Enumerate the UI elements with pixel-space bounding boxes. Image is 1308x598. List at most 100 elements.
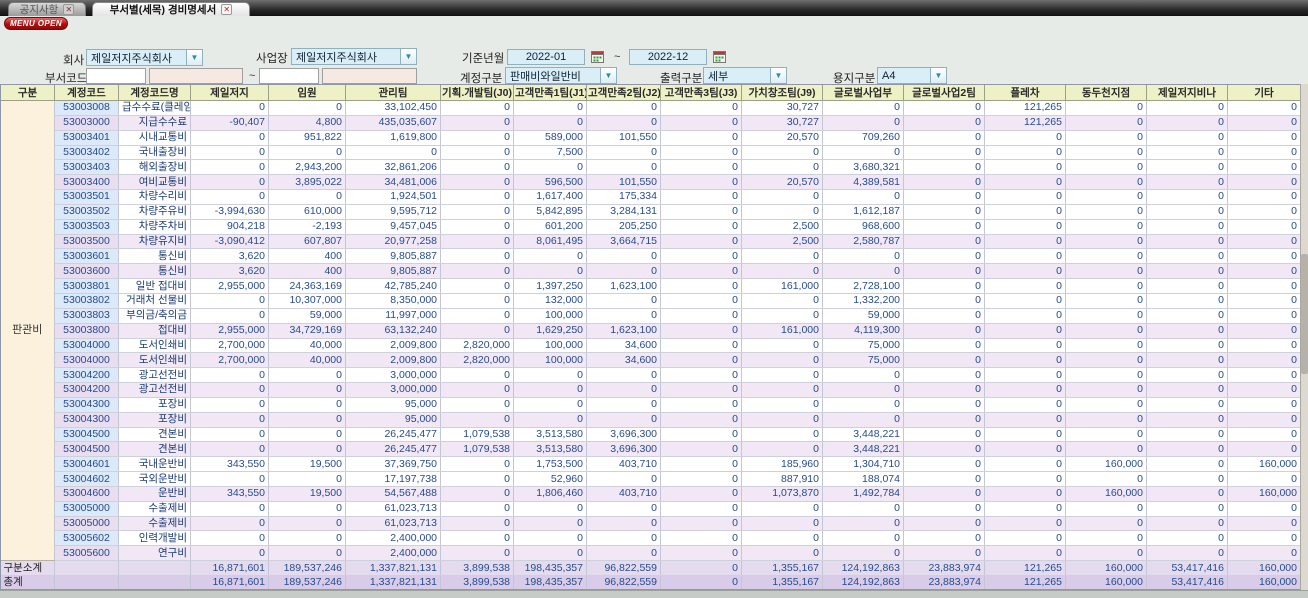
value-cell[interactable]: 0 xyxy=(822,367,904,384)
value-cell[interactable]: 0 xyxy=(440,248,514,265)
value-cell[interactable]: 0 xyxy=(1227,219,1300,235)
value-cell[interactable]: 0 xyxy=(1146,174,1228,191)
value-cell[interactable]: 0 xyxy=(1146,352,1228,369)
value-cell[interactable]: 0 xyxy=(440,130,514,146)
value-cell[interactable]: 0 xyxy=(1227,441,1300,458)
value-cell[interactable]: 0 xyxy=(903,189,985,205)
value-cell[interactable]: 0 xyxy=(513,501,587,517)
account-code-cell[interactable]: 53004300 xyxy=(54,412,119,428)
value-cell[interactable]: 0 xyxy=(268,100,346,116)
value-cell[interactable]: 0 xyxy=(741,308,823,324)
value-cell[interactable]: 2,400,000 xyxy=(345,530,441,547)
value-cell[interactable]: 0 xyxy=(440,115,514,131)
value-cell[interactable]: 0 xyxy=(268,501,346,517)
value-cell[interactable]: 1,079,538 xyxy=(440,441,514,458)
dept-code-to-input[interactable] xyxy=(259,68,319,84)
account-code-cell[interactable]: 53004000 xyxy=(54,352,119,369)
value-cell[interactable]: 34,481,006 xyxy=(345,174,441,191)
value-cell[interactable]: 589,000 xyxy=(513,130,587,146)
value-cell[interactable]: 2,580,787 xyxy=(822,234,904,250)
table-row[interactable]: 53003601 통신비 3,620 400 9,805,887 0 0 0 0 0 0 0 0 0 0 0 xyxy=(1,248,1300,265)
value-cell[interactable]: 0 xyxy=(822,115,904,131)
value-cell[interactable]: 0 xyxy=(268,471,346,487)
value-cell[interactable]: 0 xyxy=(1065,367,1147,384)
value-cell[interactable]: 0 xyxy=(440,308,514,324)
account-code-cell[interactable]: 53005000 xyxy=(54,516,119,532)
value-cell[interactable]: 160,000 xyxy=(1227,486,1300,502)
value-cell[interactable]: 0 xyxy=(1065,323,1147,339)
value-cell[interactable]: 121,265 xyxy=(984,115,1066,131)
value-cell[interactable]: 0 xyxy=(660,516,742,532)
value-cell[interactable]: 0 xyxy=(586,367,661,384)
value-cell[interactable]: 0 xyxy=(984,382,1066,398)
value-cell[interactable]: 30,727 xyxy=(741,100,823,116)
dept-code-from-input[interactable] xyxy=(86,68,146,84)
subtotal-row[interactable]: 구분소계 16,871,601 189,537,246 1,337,821,131 3,… xyxy=(0,560,1300,576)
value-cell[interactable]: 0 xyxy=(190,130,269,146)
value-cell[interactable]: 0 xyxy=(586,145,661,161)
value-cell[interactable]: 0 xyxy=(903,382,985,398)
value-cell[interactable]: 0 xyxy=(1146,100,1228,116)
value-cell[interactable]: 0 xyxy=(903,427,985,443)
value-cell[interactable]: 0 xyxy=(660,145,742,161)
value-cell[interactable]: 30,727 xyxy=(741,115,823,131)
value-cell[interactable]: 0 xyxy=(1146,382,1228,398)
value-cell[interactable]: 0 xyxy=(903,397,985,413)
value-cell[interactable]: 0 xyxy=(984,397,1066,413)
value-cell[interactable]: 0 xyxy=(190,100,269,116)
value-cell[interactable]: 968,600 xyxy=(822,219,904,235)
value-cell[interactable]: 19,500 xyxy=(268,456,346,473)
value-cell[interactable]: 0 xyxy=(1146,145,1228,161)
value-cell[interactable]: 0 xyxy=(440,263,514,280)
account-name-cell[interactable]: 여비교통비 xyxy=(118,174,191,191)
value-cell[interactable]: 0 xyxy=(903,516,985,532)
value-cell[interactable]: 2,500 xyxy=(741,219,823,235)
account-code-cell[interactable]: 53004200 xyxy=(54,382,119,398)
value-cell[interactable]: 0 xyxy=(1227,338,1300,354)
value-cell[interactable]: 0 xyxy=(903,412,985,428)
value-cell[interactable]: 1,623,100 xyxy=(586,323,661,339)
value-cell[interactable]: 59,000 xyxy=(822,308,904,324)
value-cell[interactable]: 0 xyxy=(741,397,823,413)
value-cell[interactable]: 0 xyxy=(822,545,904,562)
value-cell[interactable]: 0 xyxy=(440,204,514,220)
value-cell[interactable]: 0 xyxy=(190,159,269,176)
value-cell[interactable]: 0 xyxy=(513,367,587,384)
value-cell[interactable]: -3,090,412 xyxy=(190,234,269,250)
value-cell[interactable]: 0 xyxy=(903,456,985,473)
value-cell[interactable]: 0 xyxy=(1146,412,1228,428)
value-cell[interactable]: 0 xyxy=(660,545,742,562)
value-cell[interactable]: 0 xyxy=(741,293,823,309)
account-name-cell[interactable]: 견본비 xyxy=(118,427,191,443)
value-cell[interactable]: 3,899,538 xyxy=(440,560,514,576)
value-cell[interactable]: 34,729,169 xyxy=(268,323,346,339)
value-cell[interactable]: 0 xyxy=(822,382,904,398)
table-row[interactable]: 53003403 해외출장비 0 2,943,200 32,861,206 0 0 0 0 0 3,… xyxy=(1,159,1300,176)
value-cell[interactable]: 610,000 xyxy=(268,204,346,220)
value-cell[interactable]: 100,000 xyxy=(513,352,587,369)
account-name-cell[interactable]: 광고선전비 xyxy=(118,382,191,398)
value-cell[interactable]: 0 xyxy=(1065,516,1147,532)
vertical-scrollbar[interactable] xyxy=(1300,84,1308,590)
account-name-cell[interactable]: 차량수리비 xyxy=(118,189,191,205)
value-cell[interactable]: 0 xyxy=(1065,219,1147,235)
value-cell[interactable]: 0 xyxy=(1227,516,1300,532)
value-cell[interactable]: -3,994,630 xyxy=(190,204,269,220)
value-cell[interactable]: 0 xyxy=(1146,115,1228,131)
value-cell[interactable]: 1,753,500 xyxy=(513,456,587,473)
value-cell[interactable]: 0 xyxy=(440,278,514,294)
value-cell[interactable]: 1,355,167 xyxy=(741,560,823,576)
site-select[interactable]: 제일저지주식회사 ▼ xyxy=(291,48,417,65)
value-cell[interactable]: 0 xyxy=(660,530,742,547)
value-cell[interactable]: 0 xyxy=(1227,352,1300,369)
value-cell[interactable]: 205,250 xyxy=(586,219,661,235)
value-cell[interactable]: 0 xyxy=(586,397,661,413)
value-cell[interactable]: 0 xyxy=(741,263,823,280)
value-cell[interactable]: 132,000 xyxy=(513,293,587,309)
value-cell[interactable]: 0 xyxy=(660,234,742,250)
value-cell[interactable]: 0 xyxy=(984,545,1066,562)
value-cell[interactable]: 0 xyxy=(586,501,661,517)
value-cell[interactable]: 0 xyxy=(1227,234,1300,250)
account-code-cell[interactable]: 53003401 xyxy=(54,130,119,146)
value-cell[interactable]: 0 xyxy=(660,560,742,576)
